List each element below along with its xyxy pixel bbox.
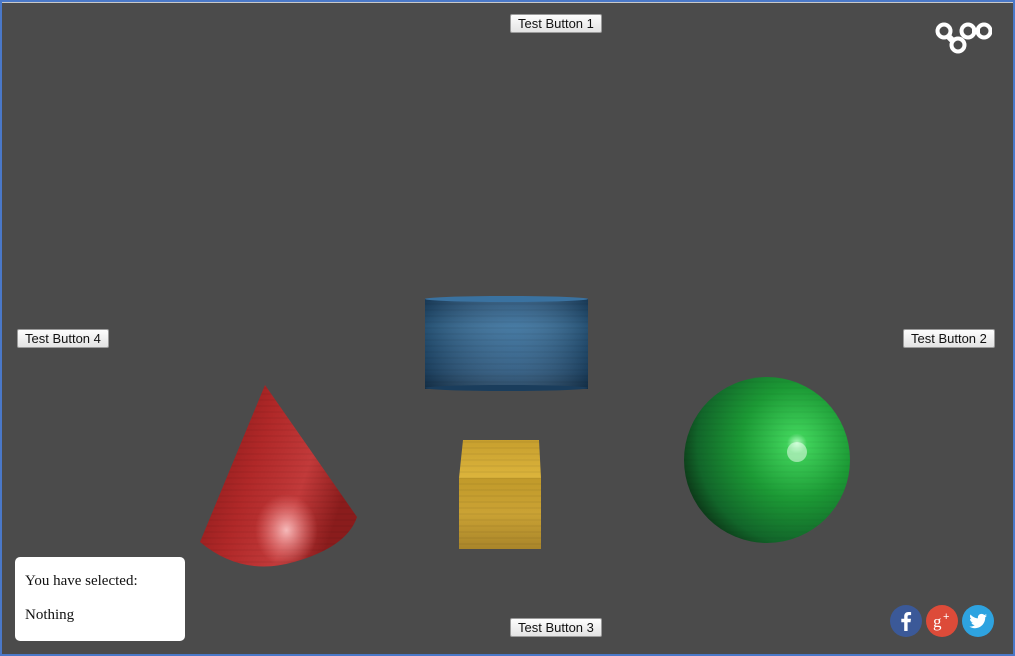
- sphere-object[interactable]: [684, 377, 850, 543]
- twitter-icon[interactable]: [962, 605, 994, 637]
- facebook-icon[interactable]: [890, 605, 922, 637]
- selection-value: Nothing: [25, 607, 75, 623]
- cylinder-object[interactable]: [425, 296, 588, 391]
- cube-object[interactable]: [459, 440, 541, 549]
- selection-panel: You have selected: Nothing: [15, 557, 185, 641]
- goo-logo-icon[interactable]: [934, 17, 993, 57]
- selection-prompt: You have selected:: [25, 573, 138, 589]
- svg-text:g: g: [933, 612, 942, 631]
- test-button-4[interactable]: Test Button 4: [17, 329, 109, 348]
- test-button-2[interactable]: Test Button 2: [903, 329, 995, 348]
- svg-text:+: +: [943, 611, 949, 623]
- test-button-3[interactable]: Test Button 3: [510, 618, 602, 637]
- test-button-1[interactable]: Test Button 1: [510, 14, 602, 33]
- canvas-frame[interactable]: Test Button 1 Test Button 2 Test Button …: [0, 0, 1015, 656]
- cone-object[interactable]: [200, 385, 357, 567]
- google-plus-icon[interactable]: g +: [926, 605, 958, 637]
